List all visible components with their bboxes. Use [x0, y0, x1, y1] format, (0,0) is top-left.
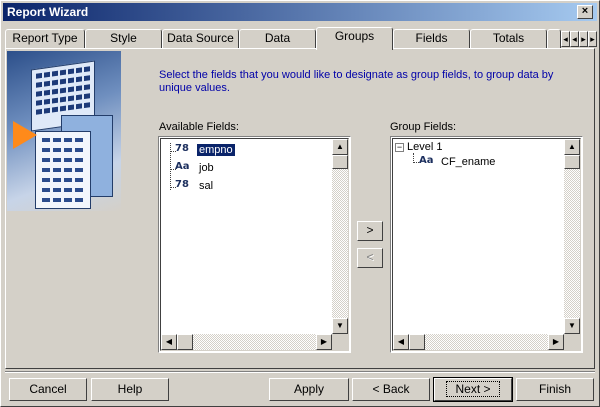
- tab-style[interactable]: Style: [85, 29, 162, 49]
- list-item[interactable]: empno: [196, 142, 236, 158]
- text-field-icon: Aa: [419, 155, 434, 166]
- finish-button[interactable]: Finish: [516, 378, 594, 401]
- next-button-label: Next >: [446, 381, 500, 397]
- tab-totals[interactable]: Totals: [470, 29, 547, 49]
- vertical-scrollbar[interactable]: ▲ ▼: [332, 139, 348, 334]
- wizard-illustration: [7, 51, 121, 211]
- horizontal-scrollbar[interactable]: ◀ ▶: [161, 334, 332, 350]
- scroll-right-icon[interactable]: ▶: [316, 334, 332, 350]
- tab-scroll-left-icon[interactable]: ◂: [570, 31, 579, 47]
- report-wizard-window: Report Wizard × Report Type Style Data S…: [0, 0, 600, 407]
- button-separator: [5, 371, 595, 373]
- tab-overflow[interactable]: [547, 29, 561, 49]
- group-field-node[interactable]: CF_ename: [441, 154, 495, 170]
- instructions-text: Select the fields that you would like to…: [159, 69, 554, 94]
- scroll-down-icon[interactable]: ▼: [564, 318, 580, 334]
- available-fields-label: Available Fields:: [159, 121, 239, 133]
- title-bar[interactable]: Report Wizard ×: [3, 3, 597, 21]
- tab-scroll-first-icon[interactable]: ◂: [561, 31, 570, 47]
- vertical-scrollbar[interactable]: ▲ ▼: [564, 139, 580, 334]
- field-name: empno: [196, 143, 236, 157]
- scroll-right-icon[interactable]: ▶: [548, 334, 564, 350]
- list-item[interactable]: sal: [199, 178, 213, 194]
- field-name: job: [199, 162, 214, 174]
- back-button[interactable]: < Back: [352, 378, 430, 401]
- scroll-thumb[interactable]: [332, 155, 348, 169]
- scroll-corner: [332, 334, 348, 350]
- tab-data-source[interactable]: Data Source: [162, 29, 239, 49]
- remove-group-field-button[interactable]: <: [357, 248, 383, 268]
- next-button[interactable]: Next >: [433, 377, 513, 402]
- tab-report-type[interactable]: Report Type: [5, 29, 85, 49]
- tab-groups[interactable]: Groups: [316, 27, 393, 50]
- scroll-up-icon[interactable]: ▲: [564, 139, 580, 155]
- scroll-thumb[interactable]: [564, 155, 580, 169]
- tab-scroll-last-icon[interactable]: ▸: [588, 31, 597, 47]
- scroll-up-icon[interactable]: ▲: [332, 139, 348, 155]
- group-fields-label: Group Fields:: [390, 121, 457, 133]
- arrow-icon: [13, 121, 37, 149]
- help-button[interactable]: Help: [91, 378, 169, 401]
- scroll-thumb[interactable]: [409, 334, 425, 350]
- scroll-thumb[interactable]: [177, 334, 193, 350]
- scroll-down-icon[interactable]: ▼: [332, 318, 348, 334]
- list-item[interactable]: job: [199, 160, 214, 176]
- scroll-left-icon[interactable]: ◀: [161, 334, 177, 350]
- tab-data[interactable]: Data: [239, 29, 316, 49]
- window-title: Report Wizard: [7, 5, 89, 19]
- group-fields-tree[interactable]: − Level 1 Aa CF_ename ▲ ▼ ◀ ▶: [390, 136, 583, 353]
- scroll-left-icon[interactable]: ◀: [393, 334, 409, 350]
- tab-scroll-right-icon[interactable]: ▸: [579, 31, 588, 47]
- add-group-field-button[interactable]: >: [357, 221, 383, 241]
- text-field-icon: Aa: [175, 161, 190, 172]
- field-name: sal: [199, 180, 214, 192]
- apply-button[interactable]: Apply: [269, 378, 349, 401]
- close-button[interactable]: ×: [577, 5, 593, 19]
- number-field-icon: 78: [175, 143, 189, 154]
- horizontal-scrollbar[interactable]: ◀ ▶: [393, 334, 564, 350]
- report-page-graphic-front: [35, 131, 91, 209]
- scroll-corner: [564, 334, 580, 350]
- cancel-button[interactable]: Cancel: [9, 378, 87, 401]
- available-fields-list[interactable]: 78 empno Aa job 78 sal ▲ ▼ ◀ ▶: [158, 136, 351, 353]
- collapse-toggle-icon[interactable]: −: [395, 143, 404, 152]
- tab-strip: Report Type Style Data Source Data Group…: [5, 27, 597, 50]
- number-field-icon: 78: [175, 179, 189, 190]
- tab-fields[interactable]: Fields: [393, 29, 470, 49]
